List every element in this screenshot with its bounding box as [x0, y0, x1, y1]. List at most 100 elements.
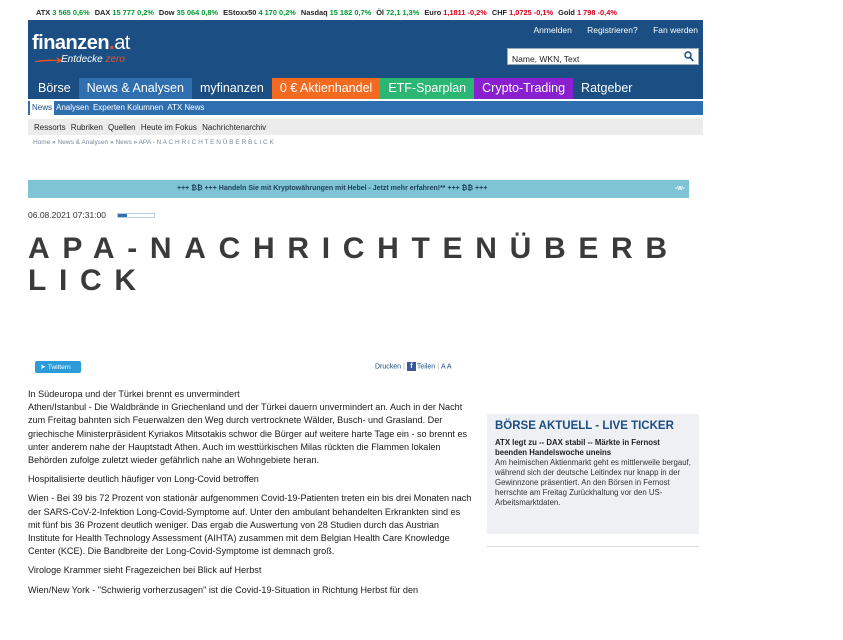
- header-links: Anmelden Registrieren? Fan werden: [521, 25, 698, 35]
- secondary-navigation: Ressorts Rubriken Quellen Heute im Fokus…: [28, 119, 703, 135]
- ticker-name: Euro: [424, 8, 442, 17]
- ticker-item[interactable]: CHF 1,0725 -0,1%: [492, 8, 553, 17]
- ticker-name: EStoxx50: [223, 8, 257, 17]
- article-date: 06.08.2021 07:31:00: [28, 210, 106, 220]
- subnav-news[interactable]: News: [30, 101, 55, 115]
- ticker-change: 0,6%: [72, 8, 90, 17]
- twitter-bird-icon: ➤: [40, 364, 46, 371]
- breadcrumb-news[interactable]: News: [115, 139, 131, 146]
- ticker-item[interactable]: Euro 1,1811 -0,2%: [424, 8, 486, 17]
- divider: |: [437, 363, 440, 371]
- ticker-item[interactable]: EStoxx50 4 170 0,2%: [223, 8, 296, 17]
- live-ticker-heading[interactable]: BÖRSE AKTUELL - LIVE TICKER: [495, 420, 691, 432]
- ticker-value: 1,1811: [443, 8, 466, 17]
- register-link[interactable]: Registrieren?: [587, 25, 638, 35]
- ticker-item[interactable]: Öl 72,1 1,3%: [376, 8, 419, 17]
- logo-text: finanzen: [32, 32, 110, 54]
- tagline-zero: zero: [105, 54, 125, 65]
- article-subheading: Hospitalisierte deutlich häufiger von Lo…: [28, 474, 259, 485]
- reading-progress-fill: [118, 214, 127, 217]
- facebook-share-link[interactable]: Teilen: [417, 363, 435, 370]
- twitter-label: Twittern: [47, 364, 71, 371]
- ticker-change: -0,2%: [467, 8, 487, 17]
- live-ticker-teaser: Am heimischen Aktienmarkt geht es mittle…: [495, 458, 691, 507]
- market-ticker: ATX 3 565 0,6% DAX 15 777 0,2% Dow 35 064 …: [0, 0, 843, 20]
- login-link[interactable]: Anmelden: [534, 25, 572, 35]
- divider: |: [403, 363, 405, 371]
- promo-text[interactable]: +++ ₿₿ +++ Handeln Sie mit Kryptowährung…: [177, 185, 487, 192]
- swoosh-arrow-icon: [35, 57, 63, 64]
- site-logo[interactable]: finanzen.at: [32, 32, 130, 55]
- secnav-nachrichtenarchiv[interactable]: Nachrichtenarchiv: [202, 123, 266, 132]
- secnav-ressorts[interactable]: Ressorts: [34, 123, 66, 132]
- ticker-name: ATX: [36, 8, 51, 17]
- twitter-share-button[interactable]: ➤ Twittern: [35, 361, 81, 373]
- logo-at: at: [114, 32, 130, 54]
- sidebar-divider: [487, 546, 699, 547]
- ticker-change: 0,2%: [279, 8, 296, 17]
- nav-tab-0-aktienhandel[interactable]: 0 € Aktienhandel: [271, 78, 381, 99]
- article-title: APA-NACHRICHTENÜBERBLICK: [28, 232, 680, 297]
- ticker-value: 15 182: [329, 8, 353, 17]
- ticker-name: Nasdaq: [300, 8, 328, 17]
- subnav-analysen[interactable]: Analysen: [54, 101, 91, 115]
- tagline: Entdecke zero: [61, 54, 125, 65]
- promo-banner[interactable]: +++ ₿₿ +++ Handeln Sie mit Kryptowährung…: [28, 180, 689, 198]
- nav-tab-börse[interactable]: Börse: [28, 78, 79, 99]
- ticker-change: 0,7%: [354, 8, 372, 17]
- secnav-heute-im-fokus[interactable]: Heute im Fokus: [141, 123, 197, 132]
- ticker-value: 4 170: [258, 8, 277, 17]
- font-size-toggle[interactable]: A A: [441, 363, 452, 370]
- article-paragraph: Wien - Bei 39 bis 72 Prozent von station…: [28, 493, 472, 557]
- search-box: [507, 48, 699, 67]
- article-paragraph: Wien/New York - "Schwierig vorherzusagen…: [28, 584, 419, 595]
- ticker-name: Gold: [558, 8, 575, 17]
- ticker-item[interactable]: ATX 3 565 0,6%: [36, 8, 90, 17]
- search-input[interactable]: [508, 51, 678, 67]
- nav-tab-crypto-trading[interactable]: Crypto-Trading: [474, 78, 574, 99]
- sub-navigation: News Analysen Experten Kolumnen ATX News: [28, 101, 703, 115]
- article-paragraph: In Südeuropa und der Türkei brennt es un…: [28, 389, 468, 466]
- ticker-item[interactable]: Dow 35 064 0,8%: [159, 8, 218, 17]
- article-subheading: Virologe Krammer sieht Fragezeichen bei …: [28, 565, 262, 576]
- live-ticker-headline[interactable]: ATX legt zu -- DAX stabil -- Märkte in F…: [495, 438, 691, 458]
- facebook-icon[interactable]: f: [406, 362, 416, 371]
- ticker-change: -0,1%: [533, 8, 554, 17]
- breadcrumb: Home » News & Analysen » News » APA - N …: [33, 139, 274, 146]
- site-header: finanzen.at Entdecke zero Anmelden Regis…: [28, 20, 703, 78]
- breadcrumb-current: APA - N A C H R I C H T E N Ü B E R B L …: [138, 139, 274, 146]
- ticker-item[interactable]: DAX 15 777 0,2%: [95, 8, 154, 17]
- breadcrumb-news-analysen[interactable]: News & Analysen: [58, 139, 109, 146]
- ticker-change: 1,3%: [402, 8, 420, 17]
- nav-tab-etf-sparplan[interactable]: ETF-Sparplan: [380, 78, 475, 99]
- ticker-change: 0,8%: [201, 8, 219, 17]
- ticker-change: -0,4%: [597, 8, 617, 17]
- secnav-quellen[interactable]: Quellen: [108, 123, 136, 132]
- search-icon[interactable]: [684, 51, 694, 62]
- ticker-name: Öl: [376, 8, 384, 17]
- ticker-name: CHF: [491, 8, 508, 17]
- nav-tab-news-analysen[interactable]: News & Analysen: [78, 78, 192, 99]
- subnav-experten-kolumnen[interactable]: Experten Kolumnen: [91, 101, 165, 115]
- fan-link[interactable]: Fan werden: [653, 25, 698, 35]
- ticker-name: DAX: [94, 8, 111, 17]
- ticker-item[interactable]: Gold 1 798 -0,4%: [558, 8, 617, 17]
- breadcrumb-home[interactable]: Home: [33, 139, 50, 146]
- article-tools: Drucken | f Teilen | A A: [375, 362, 452, 371]
- article-body: In Südeuropa und der Türkei brennt es un…: [28, 388, 472, 603]
- ticker-change: 0,2%: [137, 8, 154, 17]
- ticker-value: 35 064: [176, 8, 200, 17]
- reading-progress-bar: [117, 213, 155, 218]
- ticker-value: 1,0725: [509, 8, 532, 17]
- secnav-rubriken[interactable]: Rubriken: [71, 123, 103, 132]
- ticker-value: 3 565: [52, 8, 71, 17]
- subnav-atx-news[interactable]: ATX News: [165, 101, 206, 115]
- ticker-item[interactable]: Nasdaq 15 182 0,7%: [301, 8, 371, 17]
- ticker-value: 15 777: [112, 8, 135, 17]
- live-ticker-box: BÖRSE AKTUELL - LIVE TICKER ATX legt zu …: [487, 414, 699, 534]
- nav-tab-myfinanzen[interactable]: myfinanzen: [191, 78, 272, 99]
- nav-tab-ratgeber[interactable]: Ratgeber: [573, 78, 641, 99]
- print-link[interactable]: Drucken: [375, 363, 401, 370]
- promo-more: -w-: [674, 185, 685, 192]
- ticker-value: 1 798: [577, 8, 596, 17]
